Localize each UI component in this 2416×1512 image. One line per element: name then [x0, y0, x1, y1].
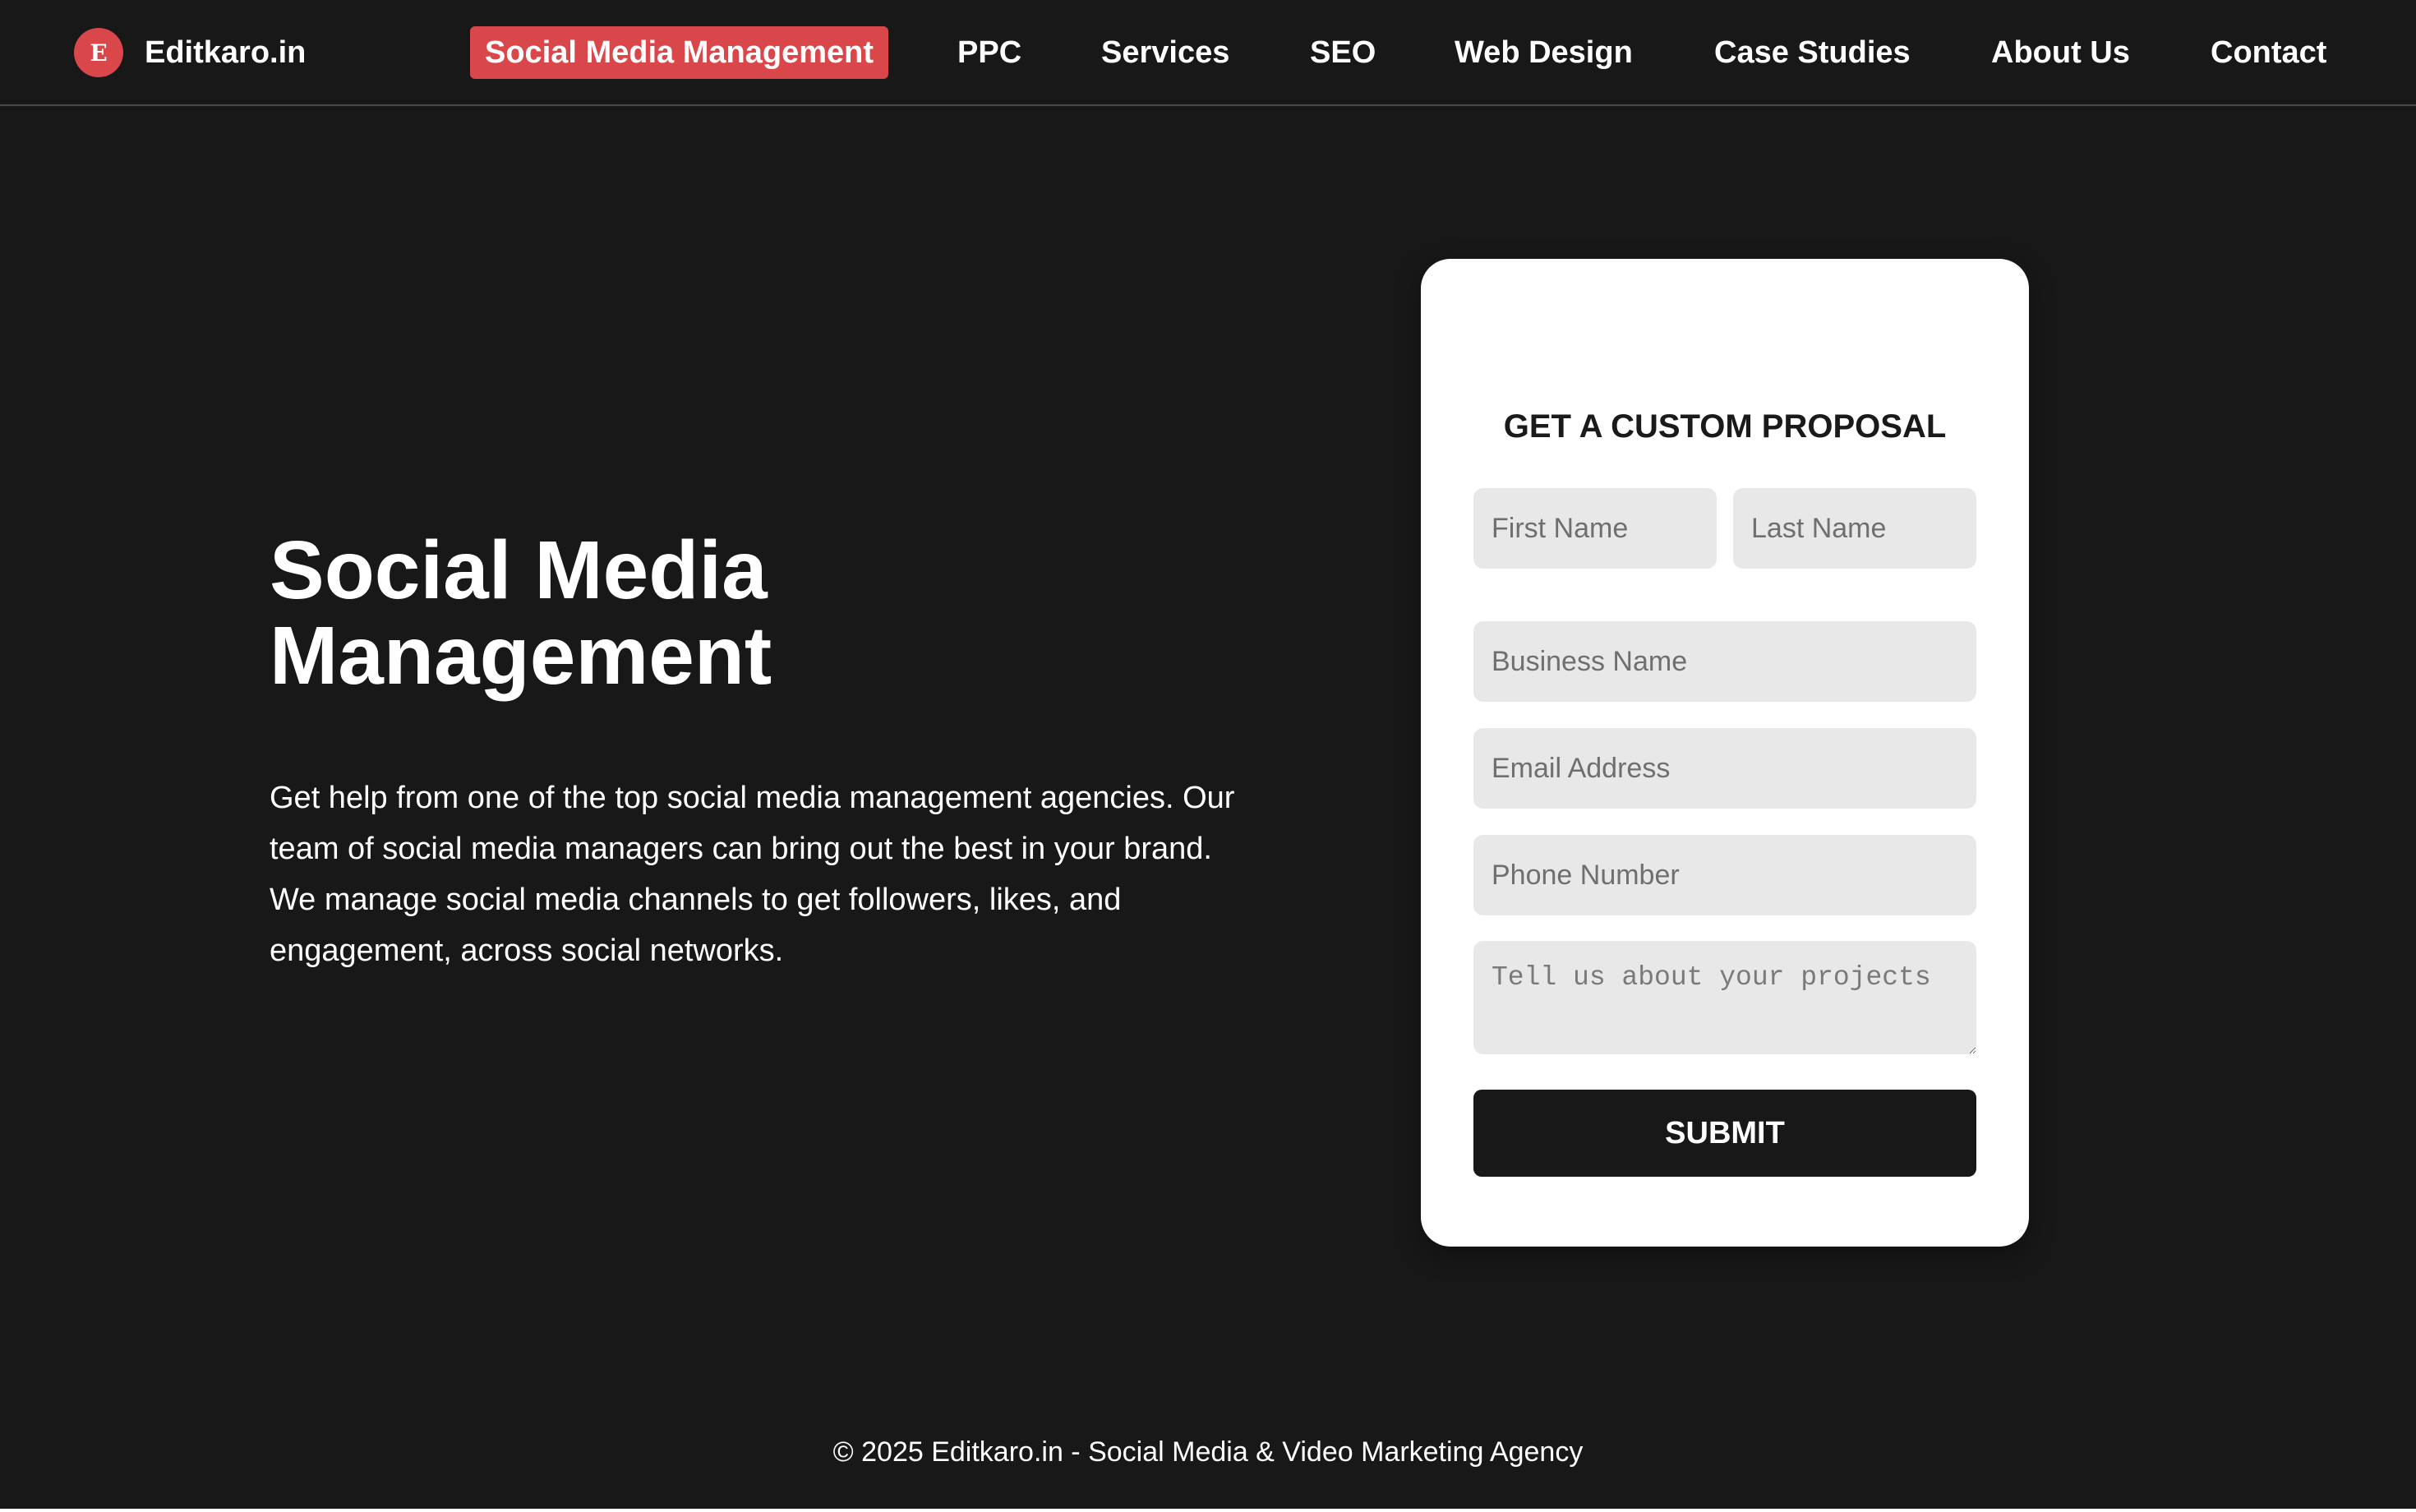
page: E Editkaro.in Social Media Management PP…: [0, 0, 2416, 1512]
nav-item-ppc[interactable]: PPC: [957, 26, 1021, 79]
email-address-input[interactable]: [1473, 728, 1976, 809]
brand[interactable]: E Editkaro.in: [74, 28, 306, 77]
project-details-textarea[interactable]: [1473, 941, 1976, 1054]
last-name-input[interactable]: [1733, 488, 1976, 569]
submit-button[interactable]: SUBMIT: [1473, 1090, 1976, 1177]
nav-item-web-design[interactable]: Web Design: [1455, 26, 1633, 79]
nav-item-seo[interactable]: SEO: [1310, 26, 1376, 79]
hero-description: Get help from one of the top social medi…: [270, 781, 1235, 968]
bottom-divider: [0, 1509, 2416, 1512]
form-title: GET A CUSTOM PROPOSAL: [1503, 408, 1947, 445]
brand-logo-icon: E: [74, 28, 123, 77]
nav-item-about-us[interactable]: About Us: [1991, 26, 2130, 79]
hero-title: Social Media Management: [270, 524, 772, 702]
first-name-input[interactable]: [1473, 488, 1717, 569]
nav-item-services[interactable]: Services: [1101, 26, 1229, 79]
brand-name: Editkaro.in: [145, 35, 307, 70]
top-navbar: E Editkaro.in Social Media Management PP…: [0, 0, 2416, 106]
phone-number-input[interactable]: [1473, 835, 1976, 915]
nav-item-contact[interactable]: Contact: [2211, 26, 2326, 79]
nav-item-social-media-management[interactable]: Social Media Management: [470, 26, 889, 79]
footer-copyright: © 2025 Editkaro.in - Social Media & Vide…: [832, 1436, 1584, 1468]
business-name-input[interactable]: [1473, 621, 1976, 702]
proposal-form-card: GET A CUSTOM PROPOSAL SUBMIT: [1421, 259, 2029, 1247]
nav-item-case-studies[interactable]: Case Studies: [1714, 26, 1911, 79]
